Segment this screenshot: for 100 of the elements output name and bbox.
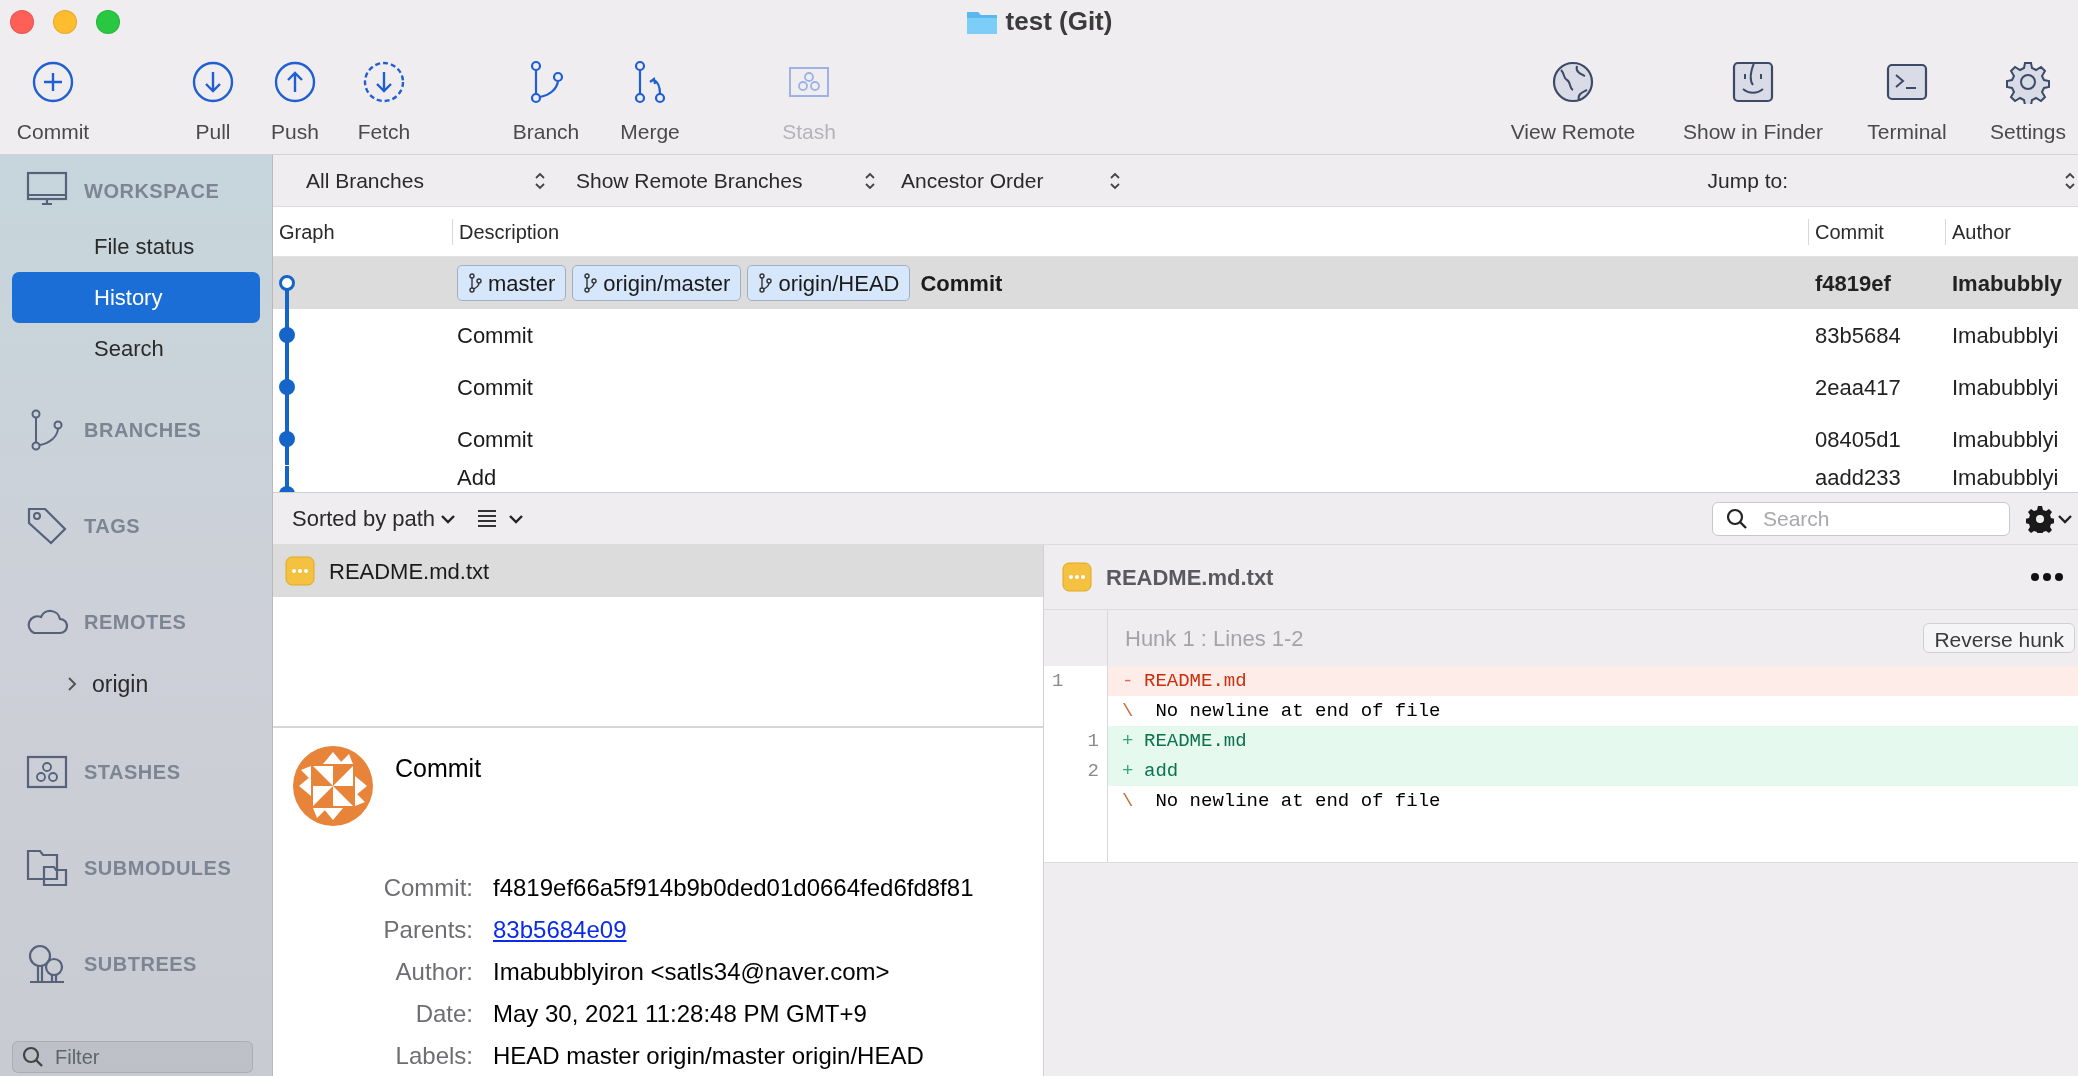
field-label: Parents: bbox=[382, 915, 473, 945]
diff-text: README.md bbox=[1144, 728, 1247, 754]
commit-hash: aadd233 bbox=[1814, 466, 1902, 490]
settings-button[interactable]: Settings bbox=[1978, 43, 2078, 148]
close-button[interactable] bbox=[10, 10, 34, 34]
branch-label: origin/HEAD bbox=[747, 265, 911, 301]
author-name: Imabubblyi bbox=[1951, 425, 2060, 454]
diff-sign: + bbox=[1122, 758, 1135, 784]
stepper-icon bbox=[864, 171, 876, 190]
up-arrow-circle-icon bbox=[273, 59, 317, 104]
author-name: Imabubblyi bbox=[1951, 466, 2060, 490]
field-label: Author: bbox=[394, 957, 473, 987]
commit-message: Commit bbox=[920, 269, 1003, 298]
tag-icon bbox=[26, 505, 68, 547]
section-header: SUBTREES bbox=[84, 952, 197, 977]
field-label: Labels: bbox=[394, 1041, 473, 1071]
line-number: 1 bbox=[1052, 668, 1064, 694]
down-arrow-circle-icon bbox=[191, 59, 235, 104]
chevron-down-icon bbox=[441, 513, 456, 524]
diff-sign: \ bbox=[1122, 788, 1135, 814]
column-header[interactable]: Author bbox=[1945, 218, 2078, 245]
author-name: Imabubblyi bbox=[1951, 373, 2060, 402]
branch-label: origin/master bbox=[572, 265, 742, 301]
zoom-button[interactable] bbox=[96, 10, 120, 34]
parent-link[interactable]: 83b5684e09 bbox=[493, 912, 627, 948]
stepper-icon bbox=[1109, 171, 1121, 190]
filter-dropdown[interactable]: All Branches bbox=[306, 164, 546, 197]
section-header: TAGS bbox=[84, 514, 141, 539]
list-icon bbox=[477, 507, 498, 530]
search-icon bbox=[22, 1046, 44, 1068]
view-mode-dropdown[interactable] bbox=[477, 507, 524, 530]
branch-button[interactable]: Branch bbox=[496, 43, 596, 148]
commit-button[interactable]: Commit bbox=[8, 43, 98, 148]
author-name: Imabubbly bbox=[1951, 269, 2063, 298]
column-header[interactable]: Graph bbox=[273, 218, 452, 245]
stepper-icon bbox=[534, 171, 546, 190]
commit-hash: 83b5684 bbox=[1814, 321, 1902, 350]
file-name: README.md.txt bbox=[1106, 563, 1274, 592]
diff-text: No newline at end of file bbox=[1154, 698, 1441, 724]
sidebar-item[interactable]: Search bbox=[12, 323, 260, 374]
field-value: HEAD master origin/master origin/HEAD bbox=[493, 1041, 925, 1071]
modified-file-icon bbox=[285, 556, 315, 586]
hunk-header: Hunk 1 : Lines 1-2 bbox=[1125, 624, 1304, 653]
commit-hash: 08405d1 bbox=[1814, 425, 1902, 454]
file-row[interactable]: README.md.txt bbox=[273, 545, 1043, 597]
field-label: Date: bbox=[414, 999, 473, 1029]
column-header[interactable]: Description bbox=[452, 218, 1808, 245]
chevron-down-icon bbox=[2058, 513, 2072, 524]
branch-icon bbox=[583, 273, 598, 293]
column-header[interactable]: Commit bbox=[1808, 218, 1945, 245]
gear-icon bbox=[2026, 504, 2054, 533]
filter-dropdown[interactable]: Show Remote Branches bbox=[576, 164, 876, 197]
reverse-hunk-button[interactable]: Reverse hunk bbox=[1923, 623, 2075, 653]
diff-text: No newline at end of file bbox=[1154, 788, 1441, 814]
sidebar-item[interactable]: File status bbox=[12, 221, 260, 272]
fetch-button[interactable]: Fetch bbox=[344, 43, 424, 148]
chevron-down-icon bbox=[509, 513, 524, 524]
tree-item[interactable]: origin bbox=[92, 666, 149, 702]
commit-message: Commit bbox=[457, 321, 533, 350]
commit-hash: f4819ef bbox=[1814, 269, 1892, 298]
finder-button[interactable]: Show in Finder bbox=[1673, 43, 1833, 148]
section-header: STASHES bbox=[84, 760, 181, 785]
search-field[interactable]: Search bbox=[1712, 501, 2010, 536]
pull-button[interactable]: Pull bbox=[173, 43, 253, 148]
avatar-icon bbox=[293, 746, 373, 826]
branch-icon bbox=[758, 273, 773, 293]
branch-icon bbox=[468, 273, 482, 293]
settings-dropdown[interactable] bbox=[2026, 504, 2072, 533]
branch-label: master bbox=[457, 265, 567, 301]
jump-to-label: Jump to: bbox=[1707, 167, 1788, 194]
more-icon bbox=[2030, 572, 2064, 582]
filter-dropdown[interactable]: Ancestor Order bbox=[901, 164, 1121, 197]
remote-button[interactable]: View Remote bbox=[1498, 43, 1648, 148]
diff-sign: \ bbox=[1122, 698, 1135, 724]
diff-sign: + bbox=[1122, 728, 1135, 754]
line-number: 2 bbox=[1087, 758, 1099, 784]
merge-button[interactable]: Merge bbox=[600, 43, 700, 148]
diff-text: README.md bbox=[1144, 668, 1247, 694]
commit-message: Commit bbox=[457, 373, 533, 402]
commit-row[interactable]: master origin/master origin/HEAD Commit f4819ef Imabubbly bbox=[273, 257, 2078, 309]
sidebar-item[interactable]: History bbox=[12, 272, 260, 323]
author-name: Imabubblyi bbox=[1951, 321, 2060, 350]
globe-icon bbox=[1551, 59, 1595, 104]
minimize-button[interactable] bbox=[53, 10, 77, 34]
gear-icon bbox=[2006, 59, 2050, 104]
terminal-button[interactable]: Terminal bbox=[1857, 43, 1957, 148]
push-button[interactable]: Push bbox=[255, 43, 335, 148]
commit-message: Add bbox=[457, 466, 497, 490]
field-value: Imabubblyiron <satls34@naver.com> bbox=[493, 957, 891, 987]
file-name: README.md.txt bbox=[329, 557, 490, 586]
diff-text: add bbox=[1144, 758, 1179, 784]
sort-dropdown[interactable]: Sorted by path bbox=[292, 502, 456, 535]
finder-face-icon bbox=[1731, 59, 1775, 104]
diff-sign: - bbox=[1122, 668, 1135, 694]
section-header: BRANCHES bbox=[84, 418, 202, 443]
search-icon bbox=[1726, 507, 1748, 530]
commit-title: Commit bbox=[395, 753, 482, 784]
window-title: test (Git) bbox=[1005, 5, 1113, 39]
modified-file-icon bbox=[1062, 562, 1092, 592]
line-number: 1 bbox=[1087, 728, 1099, 754]
